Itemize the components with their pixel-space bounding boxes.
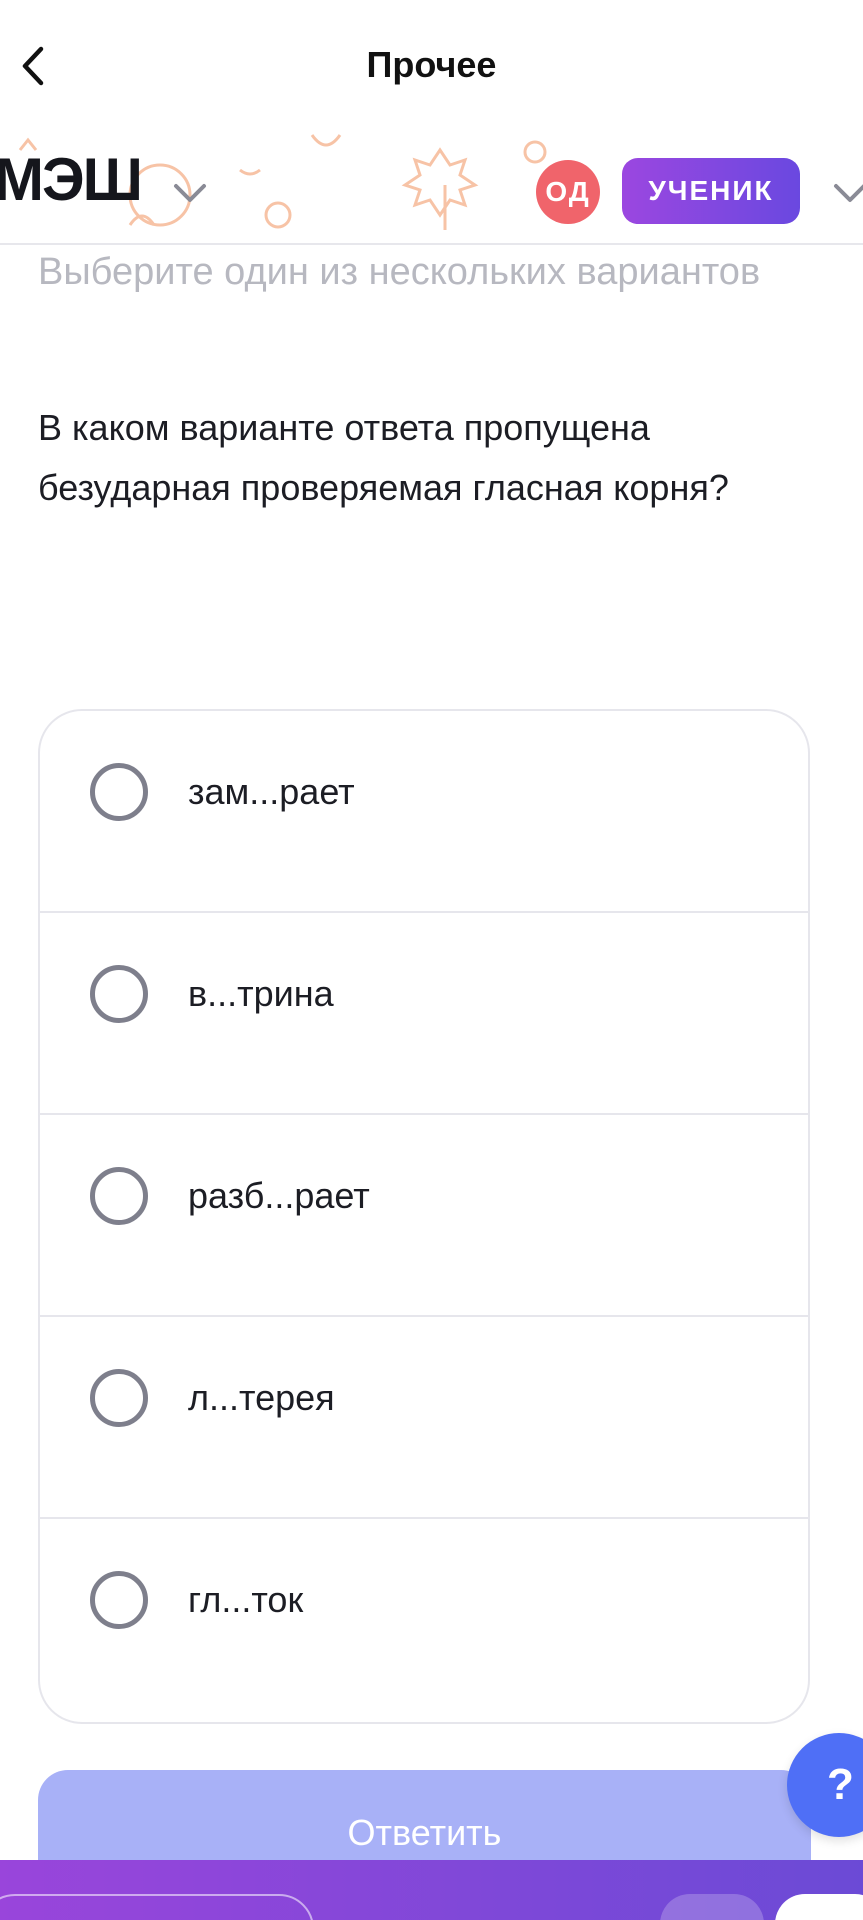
app-screen: Прочее МЭШ ОД УЧЕНИК Выберите один из не… — [0, 0, 863, 1920]
answer-options-list: зам...рает в...трина разб...рает л...тер… — [38, 709, 810, 1724]
answer-option[interactable]: разб...рает — [40, 1115, 808, 1317]
radio-button[interactable] — [90, 1571, 148, 1629]
bottom-nav-item[interactable] — [775, 1894, 863, 1920]
top-nav: Прочее — [0, 0, 863, 130]
answer-option[interactable]: зам...рает — [40, 711, 808, 913]
mesh-logo: МЭШ — [0, 146, 143, 213]
question-text: В каком варианте ответа пропущена безуда… — [38, 407, 729, 508]
answer-option-label: зам...рает — [188, 771, 355, 812]
answer-option-label: в...трина — [188, 973, 334, 1014]
answer-option-label: л...терея — [188, 1377, 335, 1418]
answer-option-label: разб...рает — [188, 1175, 370, 1216]
answer-option-label: гл...ток — [188, 1579, 304, 1620]
answer-option[interactable]: л...терея — [40, 1317, 808, 1519]
answer-option[interactable]: гл...ток — [40, 1519, 808, 1721]
bottom-nav-item[interactable] — [0, 1894, 314, 1920]
radio-button[interactable] — [90, 965, 148, 1023]
chevron-down-icon[interactable] — [170, 178, 210, 208]
avatar[interactable]: ОД — [536, 160, 600, 224]
radio-button[interactable] — [90, 763, 148, 821]
bottom-nav-item[interactable] — [660, 1894, 764, 1920]
role-button[interactable]: УЧЕНИК — [622, 158, 800, 224]
brand-header: МЭШ ОД УЧЕНИК — [0, 130, 863, 245]
answer-option[interactable]: в...трина — [40, 913, 808, 1115]
chevron-down-icon[interactable] — [830, 178, 863, 208]
page-title: Прочее — [366, 44, 497, 85]
bottom-navigation-bar — [0, 1860, 863, 1920]
radio-button[interactable] — [90, 1167, 148, 1225]
radio-button[interactable] — [90, 1369, 148, 1427]
question-instruction: Выберите один из нескольких вариантов — [38, 251, 761, 293]
